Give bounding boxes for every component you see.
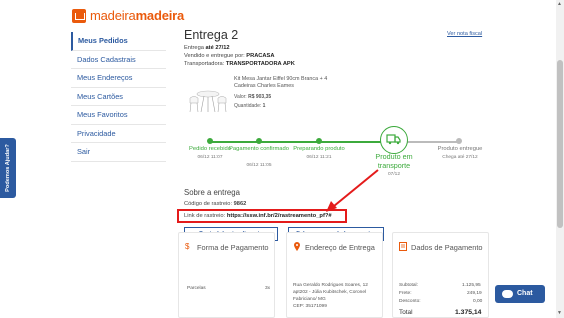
step-dot-received bbox=[207, 138, 213, 144]
installments-label: Parcelas bbox=[187, 286, 206, 291]
step-date-delivered: Chega até 27/12 bbox=[442, 155, 478, 160]
brand-logo[interactable]: madeiramadeira bbox=[72, 8, 184, 23]
chat-label: Chat bbox=[517, 290, 533, 297]
total-value: 1.375,14 bbox=[455, 309, 482, 316]
step-label-delivered: Produto entregue bbox=[437, 146, 483, 152]
address-line-3: Fabriciano/ MG bbox=[293, 297, 326, 302]
installments-value: 3x bbox=[265, 286, 271, 291]
sidebar-item-cards[interactable]: Meus Cartões bbox=[71, 88, 166, 106]
sidebar-item-addresses[interactable]: Meus Endereços bbox=[71, 69, 166, 88]
tracking-link[interactable]: Link de rastreio: https://ssw.inf.br/2/r… bbox=[184, 213, 332, 219]
chat-button[interactable]: Chat bbox=[495, 285, 545, 303]
dollar-icon: $ bbox=[185, 242, 190, 251]
delivery-carrier: Transportadora: TRANSPORTADORA APK bbox=[184, 61, 295, 67]
delivery-eta: Entrega até 27/12 bbox=[184, 45, 230, 51]
delivery-title: Entrega 2 bbox=[184, 28, 239, 42]
step-date-payment: 06/12 11:05 bbox=[246, 163, 272, 168]
discount-label: Desconto: bbox=[399, 299, 421, 304]
help-tab-label: Podemos Ajudar? bbox=[5, 144, 11, 192]
help-tab[interactable]: Podemos Ajudar? bbox=[0, 138, 16, 198]
step-date-received: 06/12 11:07 bbox=[197, 155, 223, 160]
scroll-up-arrow-icon[interactable]: ▲ bbox=[557, 1, 562, 7]
product-image[interactable] bbox=[188, 86, 228, 114]
payment-method-title: Forma de Pagamento bbox=[197, 243, 269, 252]
total-label: Total bbox=[399, 309, 413, 316]
step-dot-delivered bbox=[456, 138, 462, 144]
shipping-address-title: Endereço de Entrega bbox=[305, 243, 375, 252]
product-quantity: Quantidade: 1 bbox=[234, 103, 266, 109]
tracking-code: Código de rastreio: 9862 bbox=[184, 201, 247, 207]
sidebar-item-favorites[interactable]: Meus Favoritos bbox=[71, 106, 166, 125]
address-zip: CEP: 35171099 bbox=[293, 304, 327, 309]
delivery-seller: Vendido e entregue por: PRACASA bbox=[184, 53, 275, 59]
receipt-icon bbox=[399, 242, 407, 251]
scrollbar-thumb[interactable] bbox=[557, 60, 563, 228]
address-line-2: apt202 - Júlia Kubitschek, Coronel bbox=[293, 290, 367, 295]
account-sidebar: Meus Pedidos Dados Cadastrais Meus Ender… bbox=[71, 32, 166, 162]
tracking-progress-line bbox=[210, 141, 394, 143]
step-label-payment: Pagamento confirmado bbox=[229, 146, 289, 152]
payment-totals-title: Dados de Pagamento bbox=[411, 243, 483, 252]
shipping-address-card: Endereço de Entrega Rua Geraldo Rodrigue… bbox=[286, 232, 383, 318]
logo-house-icon bbox=[72, 8, 86, 23]
step-current-shipping bbox=[380, 126, 408, 154]
subtotal-label: Subtotal: bbox=[399, 283, 418, 288]
discount-value: 0,00 bbox=[473, 299, 483, 304]
shipping-label: Frete: bbox=[399, 291, 412, 296]
step-date-preparing: 06/12 11:21 bbox=[306, 155, 332, 160]
about-delivery-heading: Sobre a entrega bbox=[184, 188, 240, 197]
step-label-preparing: Preparando produto bbox=[293, 146, 345, 152]
step-dot-payment bbox=[256, 138, 262, 144]
sidebar-item-privacy[interactable]: Privacidade bbox=[71, 125, 166, 143]
sidebar-item-orders[interactable]: Meus Pedidos bbox=[71, 32, 166, 51]
sidebar-item-profile[interactable]: Dados Cadastrais bbox=[71, 51, 166, 69]
brand-name: madeiramadeira bbox=[90, 8, 185, 23]
invoice-link[interactable]: Ver nota fiscal bbox=[447, 31, 482, 37]
step-dot-preparing bbox=[316, 138, 322, 144]
product-value: Valor: R$ 903,35 bbox=[234, 94, 272, 100]
truck-icon bbox=[386, 134, 401, 145]
top-bar: madeiramadeira bbox=[0, 0, 564, 30]
payment-method-card: $ Forma de Pagamento Parcelas 3x bbox=[178, 232, 275, 318]
address-line-1: Rua Geraldo Rodrigues Soares, 12 bbox=[293, 283, 368, 288]
shipping-value: 249,19 bbox=[467, 291, 482, 296]
product-name[interactable]: Kit Mesa Jantar Eiffel 90cm Branca + 4 C… bbox=[234, 76, 334, 90]
sidebar-item-logout[interactable]: Sair bbox=[71, 143, 166, 162]
subtotal-value: 1.125,95 bbox=[462, 283, 481, 288]
location-pin-icon bbox=[294, 242, 300, 251]
payment-totals-card: Dados de Pagamento Subtotal: 1.125,95 Fr… bbox=[392, 232, 489, 318]
chat-bubble-icon bbox=[502, 290, 513, 298]
scroll-down-arrow-icon[interactable]: ▼ bbox=[557, 310, 562, 316]
